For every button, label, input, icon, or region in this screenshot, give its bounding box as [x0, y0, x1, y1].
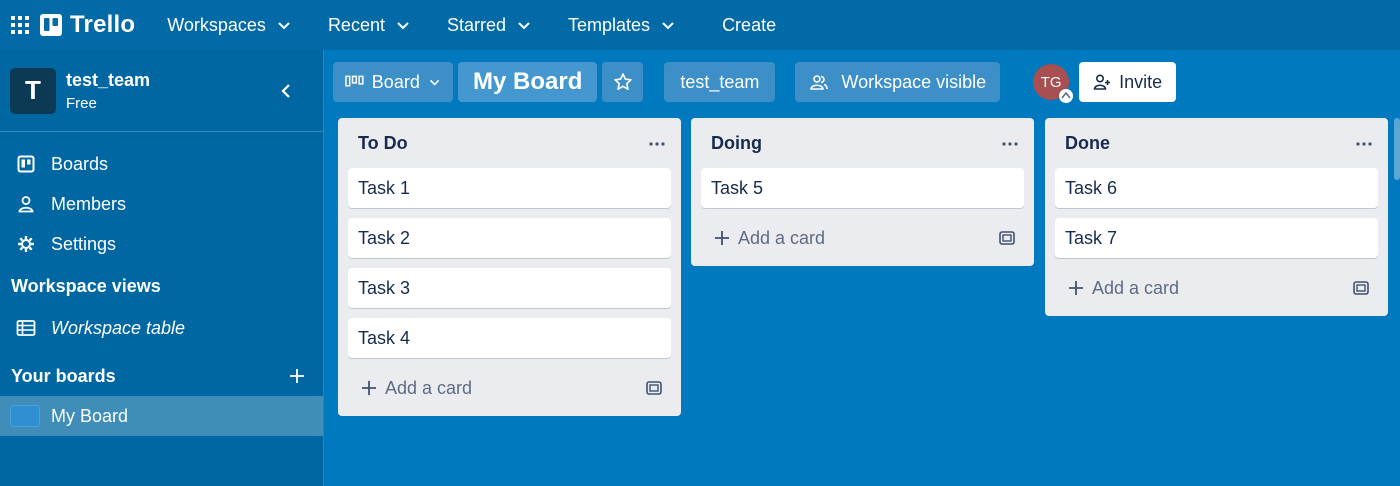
plus-icon [1069, 281, 1083, 295]
collapse-sidebar-icon[interactable] [277, 81, 297, 101]
trello-logo[interactable]: Trello [40, 11, 135, 39]
list-to-do[interactable]: To Do Task 1 Task 2 Task 3 Task 4 Add a … [338, 118, 681, 416]
nav-label: Templates [568, 14, 651, 35]
add-card-button[interactable]: Add a card [1045, 268, 1388, 308]
add-card-label: Add a card [738, 227, 826, 248]
member-initials: TG [1040, 73, 1062, 91]
list-done[interactable]: Done Task 6 Task 7 Add a card [1045, 118, 1388, 316]
visibility-label: Workspace visible [841, 71, 987, 92]
chevron-down-icon [429, 79, 440, 86]
star-board-button[interactable] [602, 62, 644, 102]
workspace-header: T test_team Free [0, 50, 323, 132]
board-view-icon [345, 75, 364, 87]
card[interactable]: Task 6 [1055, 168, 1378, 208]
add-person-icon [1093, 74, 1111, 90]
gear-icon [16, 234, 36, 254]
chevron-down-icon [278, 22, 290, 30]
sidebar-item-label: Members [51, 193, 127, 214]
list-header[interactable]: Done [1045, 118, 1388, 168]
chevron-down-icon [518, 22, 530, 30]
sidebar-item-members[interactable]: Members [0, 184, 323, 224]
card[interactable]: Task 5 [701, 168, 1024, 208]
people-icon [810, 75, 829, 90]
nav-starred[interactable]: Starred [429, 0, 550, 50]
board-icon [16, 154, 36, 174]
add-card-button[interactable]: Add a card [338, 368, 681, 408]
list-title: Done [1065, 132, 1110, 153]
list-title: To Do [358, 132, 408, 153]
nav-workspaces[interactable]: Workspaces [149, 0, 310, 50]
create-label: Create [722, 14, 777, 35]
sidebar-item-boards[interactable]: Boards [0, 144, 323, 184]
visibility-button[interactable]: Workspace visible [795, 62, 1001, 102]
card[interactable]: Task 7 [1055, 218, 1378, 258]
invite-button[interactable]: Invite [1079, 62, 1177, 102]
plus-icon [715, 231, 729, 245]
board-view-switcher[interactable]: Board [333, 62, 453, 102]
member-avatar[interactable]: TG [1033, 64, 1074, 103]
star-icon [614, 73, 632, 90]
sidebar-item-workspace-table[interactable]: Workspace table [0, 306, 323, 350]
table-icon [16, 320, 36, 336]
list-header[interactable]: Doing [691, 118, 1034, 168]
add-card-button[interactable]: Add a card [691, 218, 1034, 258]
nav-templates[interactable]: Templates [550, 0, 694, 50]
sidebar-item-label: Workspace table [51, 317, 186, 338]
sidebar-item-label: Settings [51, 233, 117, 254]
admin-badge-icon [1059, 89, 1074, 103]
apps-grid-icon[interactable] [0, 0, 40, 50]
your-boards-heading: Your boards [0, 356, 323, 396]
sidebar-item-settings[interactable]: Settings [0, 224, 323, 264]
nav-label: Starred [446, 14, 507, 35]
workspace-name[interactable]: test_team [66, 70, 150, 91]
sidebar: T test_team Free Boards Members Settings… [0, 50, 324, 486]
more-options-icon[interactable] [645, 132, 669, 156]
create-from-template-icon[interactable] [645, 379, 663, 397]
workspace-avatar[interactable]: T [10, 67, 56, 114]
card[interactable]: Task 2 [348, 218, 671, 258]
brand-name: Trello [70, 11, 136, 38]
more-options-icon[interactable] [998, 132, 1022, 156]
create-button[interactable]: Create [704, 0, 794, 50]
board-thumbnail [10, 405, 40, 427]
create-from-template-icon[interactable] [1352, 279, 1370, 297]
horizontal-scroll-edge[interactable] [1394, 118, 1400, 180]
top-navigation: Trello Workspaces Recent Starred Templat… [0, 0, 1400, 50]
list-title: Doing [711, 132, 762, 153]
plus-icon [362, 381, 376, 395]
sidebar-item-label: Boards [51, 153, 109, 174]
more-options-icon[interactable] [1352, 132, 1376, 156]
chevron-down-icon [397, 22, 409, 30]
add-board-button[interactable] [287, 366, 307, 386]
workspace-plan: Free [66, 94, 97, 112]
list-header[interactable]: To Do [338, 118, 681, 168]
add-card-label: Add a card [385, 377, 473, 398]
nav-label: Workspaces [167, 14, 266, 35]
nav-recent[interactable]: Recent [310, 0, 429, 50]
card[interactable]: Task 4 [348, 318, 671, 358]
card[interactable]: Task 3 [348, 268, 671, 308]
chevron-down-icon [662, 22, 674, 30]
workspace-views-heading: Workspace views [11, 275, 161, 296]
invite-label: Invite [1119, 71, 1163, 92]
board-view-label: Board [371, 71, 420, 92]
sidebar-board-my-board[interactable]: My Board [0, 396, 323, 436]
board-title[interactable]: My Board [458, 62, 598, 102]
workspace-button[interactable]: test_team [664, 62, 776, 102]
create-from-template-icon[interactable] [998, 229, 1016, 247]
sidebar-board-label: My Board [51, 405, 129, 426]
nav-label: Recent [327, 14, 385, 35]
trello-logo-icon [40, 14, 62, 36]
your-boards-label: Your boards [11, 365, 116, 386]
board-header: Board My Board test_team Workspace visib… [333, 62, 1177, 103]
card[interactable]: Task 1 [348, 168, 671, 208]
list-doing[interactable]: Doing Task 5 Add a card [691, 118, 1034, 266]
add-card-label: Add a card [1092, 277, 1180, 298]
person-icon [16, 194, 36, 214]
